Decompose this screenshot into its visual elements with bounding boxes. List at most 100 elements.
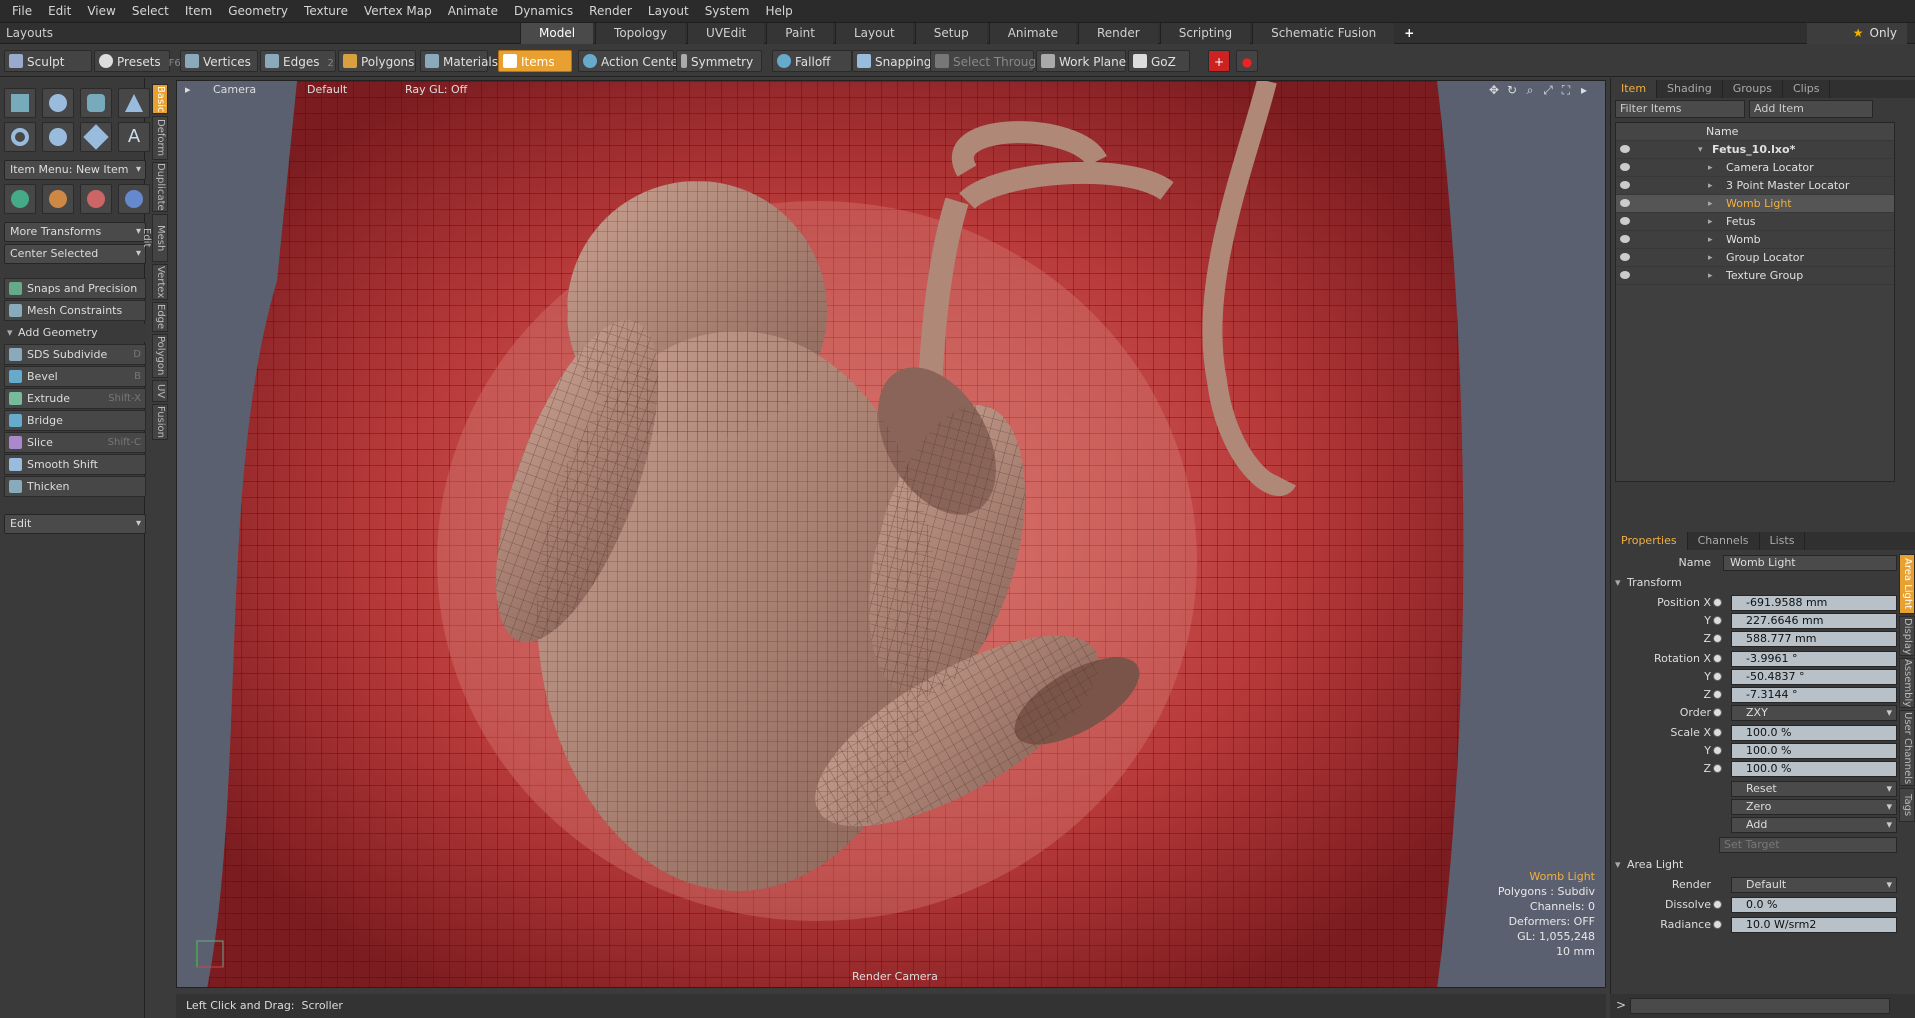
mesh-constraints-button[interactable]: Mesh Constraints [4,300,146,321]
order-dropdown[interactable]: ZXY [1731,705,1897,721]
keyframe-icon[interactable] [1713,690,1722,699]
vtab-polygon[interactable]: Polygon [152,334,168,378]
render-dropdown[interactable]: Default [1731,877,1897,893]
layout-tab-layout[interactable]: Layout [834,23,913,44]
edit-dropdown[interactable]: Edit [4,514,146,534]
materials-button[interactable]: Materials [420,50,498,72]
position-x-field[interactable]: -691.9588 mm [1731,595,1897,611]
menu-vertex-map[interactable]: Vertex Map [356,0,440,22]
tab-clips[interactable]: Clips [1783,80,1831,98]
side-tab-assembly[interactable]: Assembly [1899,658,1915,708]
side-tab-tags[interactable]: Tags [1899,788,1915,822]
select-through-button[interactable]: Select Through [930,50,1044,72]
vtab-vertex[interactable]: Vertex [152,264,168,300]
tool-thicken[interactable]: Thicken [4,476,146,497]
goz-button[interactable]: GoZ [1128,50,1190,72]
raygl-selector[interactable]: Ray GL: Off [405,83,467,96]
visibility-eye-icon[interactable] [1620,181,1630,189]
item-row[interactable]: ▸ Fetus [1616,213,1894,231]
menu-render[interactable]: Render [581,0,640,22]
filter-items-input[interactable]: Filter Items [1615,100,1745,118]
tab-item[interactable]: Item [1611,80,1658,98]
menu-animate[interactable]: Animate [440,0,506,22]
move-icon[interactable] [4,184,36,214]
item-row[interactable]: ▸ 3 Point Master Locator [1616,177,1894,195]
fit-icon[interactable]: ⤢ [1541,83,1555,97]
edges-button[interactable]: Edges 2 [260,50,336,72]
tab-groups[interactable]: Groups [1723,80,1783,98]
menu-item[interactable]: Item [177,0,220,22]
menu-dynamics[interactable]: Dynamics [506,0,581,22]
work-plane-button[interactable]: Work Plane [1036,50,1126,72]
items-button[interactable]: Items [498,50,572,72]
layout-tab-paint[interactable]: Paint [766,23,833,44]
visibility-eye-icon[interactable] [1620,163,1630,171]
viewport-menu-icon[interactable]: ▸ [185,83,191,96]
layout-tab-model[interactable]: Model [520,23,594,44]
snaps-precision-button[interactable]: Snaps and Precision [4,278,146,299]
scale-x-field[interactable]: 100.0 % [1731,725,1897,741]
tool-sds-subdivide[interactable]: SDS Subdivide D [4,344,146,365]
vtab-edge[interactable]: Edge [152,302,168,332]
tab-shading[interactable]: Shading [1657,80,1723,98]
item-row[interactable]: ▸ Texture Group [1616,267,1894,285]
side-tab-user-channels[interactable]: User Channels [1899,710,1915,786]
reset-dropdown[interactable]: Reset [1731,781,1897,797]
menu-select[interactable]: Select [124,0,177,22]
visibility-eye-icon[interactable] [1620,145,1630,153]
menu-help[interactable]: Help [757,0,800,22]
zero-dropdown[interactable]: Zero [1731,799,1897,815]
layouts-menu[interactable]: Layouts [6,23,53,44]
keyframe-icon[interactable] [1713,616,1722,625]
expand-arrow-icon[interactable]: ▸ [1708,249,1713,267]
side-tab-area-light[interactable]: Area Light [1899,554,1915,614]
3d-viewport[interactable]: ▸ Camera Default Ray GL: Off ✥ ↻ ⌕ ⤢ ⛶ ▸… [176,80,1606,988]
expand-arrow-icon[interactable]: ▸ [1708,159,1713,177]
position-z-field[interactable]: 588.777 mm [1731,631,1897,647]
side-tab-display[interactable]: Display [1899,616,1915,656]
sphere-icon[interactable] [42,88,74,118]
visibility-eye-icon[interactable] [1620,235,1630,243]
menu-file[interactable]: File [4,0,40,22]
tab-lists[interactable]: Lists [1760,532,1806,550]
center-selected-dropdown[interactable]: Center Selected [4,244,146,264]
text-icon[interactable]: A [118,122,150,152]
tab-channels[interactable]: Channels [1688,532,1760,550]
tool-bevel[interactable]: Bevel B [4,366,146,387]
expand-arrow-icon[interactable]: ▸ [1708,177,1713,195]
tool-slice[interactable]: Slice Shift-C [4,432,146,453]
polygons-button[interactable]: Polygons [338,50,416,72]
capsule-icon[interactable] [42,122,74,152]
tab-properties[interactable]: Properties [1611,532,1688,550]
vtab-deform[interactable]: Deform [152,116,168,160]
item-row[interactable]: ▸ Womb Light [1616,195,1894,213]
layout-tab-render[interactable]: Render [1077,23,1158,44]
visibility-eye-icon[interactable] [1620,199,1630,207]
keyframe-icon[interactable] [1713,746,1722,755]
menu-edit[interactable]: Edit [40,0,79,22]
falloff-button[interactable]: Falloff [772,50,852,72]
only-button[interactable]: ★ Only [1807,23,1907,44]
item-row[interactable]: ▸ Womb [1616,231,1894,249]
rotation-y-field[interactable]: -50.4837 ° [1731,669,1897,685]
layout-tab-schematic-fusion[interactable]: Schematic Fusion [1252,23,1395,44]
expand-arrow-icon[interactable]: ▸ [1708,213,1713,231]
add-dropdown[interactable]: Add [1731,817,1897,833]
pen-icon[interactable] [80,122,112,152]
command-input[interactable] [1630,998,1890,1014]
sculpt-button[interactable]: Sculpt [4,50,92,72]
layout-tab-uvedit[interactable]: UVEdit [687,23,765,44]
expand-arrow-icon[interactable]: ▸ [1708,231,1713,249]
expand-arrow-icon[interactable]: ▸ [1708,267,1713,285]
keyframe-icon[interactable] [1713,764,1722,773]
item-row[interactable]: ▾ Fetus_10.lxo* [1616,141,1894,159]
keyframe-icon[interactable] [1713,634,1722,643]
rotation-x-field[interactable]: -3.9961 ° [1731,651,1897,667]
position-y-field[interactable]: 227.6646 mm [1731,613,1897,629]
vtab-uv[interactable]: UV [152,380,168,402]
menu-geometry[interactable]: Geometry [220,0,296,22]
vertices-button[interactable]: Vertices1 [180,50,265,72]
keyframe-icon[interactable] [1713,900,1722,909]
layout-tab-setup[interactable]: Setup [914,23,987,44]
keyframe-icon[interactable] [1713,598,1722,607]
